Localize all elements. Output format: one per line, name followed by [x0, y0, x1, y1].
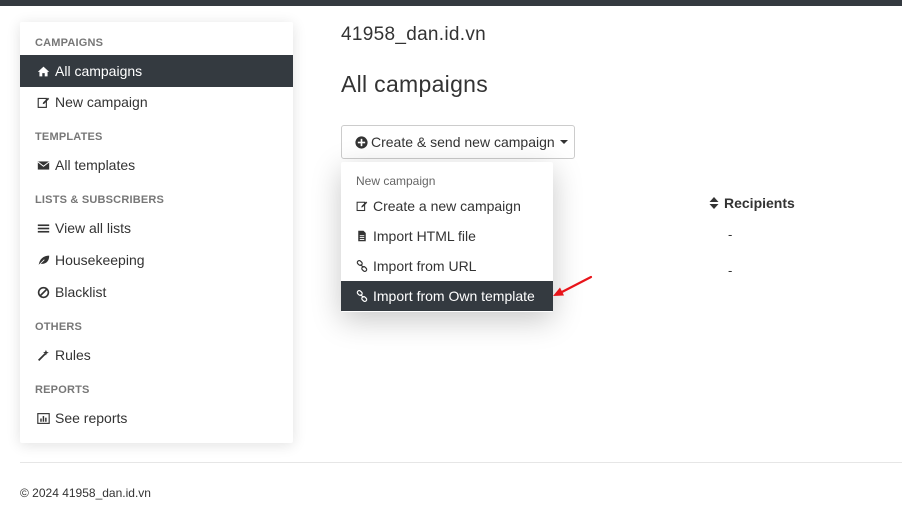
sidebar-heading-others: OTHERS — [35, 321, 83, 333]
file-icon — [356, 230, 370, 243]
top-bar — [0, 0, 902, 6]
home-icon — [35, 64, 51, 78]
menu-item-label: Import from URL — [373, 258, 477, 274]
menu-item-label: Import HTML file — [373, 228, 476, 244]
sidebar-item-label: All templates — [55, 157, 136, 173]
link-icon — [356, 260, 370, 273]
envelope-icon — [35, 158, 51, 172]
sort-icon — [709, 197, 719, 209]
sidebar-item-see-reports[interactable]: See reports — [20, 402, 293, 434]
link-icon — [356, 290, 370, 303]
menu-item-import-from-own-template[interactable]: Import from Own template — [341, 281, 553, 311]
sidebar-item-all-campaigns[interactable]: All campaigns — [20, 55, 293, 87]
recipients-cell: - — [728, 227, 733, 242]
sidebar-heading-reports: REPORTS — [35, 384, 90, 396]
ban-icon — [35, 285, 51, 299]
new-campaign-dropdown-menu: New campaign Create a new campaign Impor… — [341, 162, 553, 312]
sidebar-item-label: Housekeeping — [55, 252, 145, 268]
sidebar-item-housekeeping[interactable]: Housekeeping — [20, 244, 293, 276]
page-title: All campaigns — [341, 71, 489, 97]
sidebar-item-blacklist[interactable]: Blacklist — [20, 276, 293, 308]
sidebar-item-label: Rules — [55, 347, 91, 363]
recipients-cell: - — [728, 263, 733, 278]
footer-copyright: © 2024 41958_dan.id.vn — [20, 486, 151, 500]
leaf-icon — [35, 253, 51, 267]
edit-icon — [356, 200, 370, 213]
sidebar-item-all-templates[interactable]: All templates — [20, 149, 293, 181]
menu-item-import-html-file[interactable]: Import HTML file — [341, 221, 553, 251]
menu-item-label: Import from Own template — [373, 288, 535, 304]
sidebar-heading-lists: LISTS & SUBSCRIBERS — [35, 194, 165, 206]
magic-wand-icon — [35, 348, 51, 362]
plus-circle-icon — [355, 135, 368, 149]
site-title: 41958_dan.id.vn — [341, 24, 487, 45]
dropdown-header: New campaign — [356, 174, 436, 188]
list-icon — [35, 221, 51, 235]
caret-down-icon — [559, 140, 568, 144]
recipients-header-label: Recipients — [724, 195, 795, 211]
sidebar-item-label: View all lists — [55, 220, 131, 236]
footer-divider — [20, 462, 902, 463]
sidebar-item-label: Blacklist — [55, 284, 107, 300]
menu-item-import-from-url[interactable]: Import from URL — [341, 251, 553, 281]
sidebar-item-new-campaign[interactable]: New campaign — [20, 86, 293, 118]
sidebar: CAMPAIGNS All campaigns New campaign TEM… — [20, 22, 293, 443]
menu-item-create-new-campaign[interactable]: Create a new campaign — [341, 191, 553, 221]
menu-item-label: Create a new campaign — [373, 198, 521, 214]
sidebar-item-label: See reports — [55, 410, 128, 426]
sidebar-item-view-all-lists[interactable]: View all lists — [20, 212, 293, 244]
sidebar-heading-templates: TEMPLATES — [35, 131, 103, 143]
sidebar-heading-campaigns: CAMPAIGNS — [35, 37, 104, 49]
sidebar-item-label: New campaign — [55, 94, 148, 110]
sidebar-item-rules[interactable]: Rules — [20, 339, 293, 371]
recipients-column-header[interactable]: Recipients — [709, 195, 795, 211]
sidebar-item-label: All campaigns — [55, 63, 143, 79]
create-campaign-dropdown-button[interactable]: Create & send new campaign — [341, 125, 575, 159]
bar-chart-icon — [35, 411, 51, 425]
create-campaign-label: Create & send new campaign — [371, 134, 555, 150]
edit-icon — [35, 95, 51, 109]
annotation-arrow-icon — [553, 275, 593, 296]
